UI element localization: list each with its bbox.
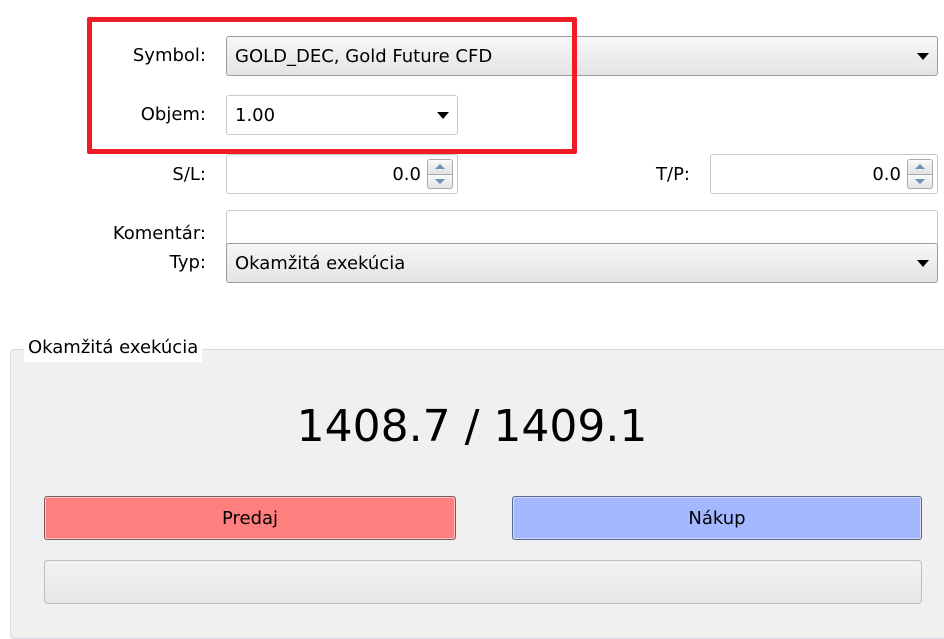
type-select[interactable]: Okamžitá exekúcia xyxy=(226,243,938,283)
type-label: Typ: xyxy=(169,252,206,273)
type-value: Okamžitá exekúcia xyxy=(235,252,406,274)
spin-up-icon[interactable] xyxy=(427,159,453,175)
comment-label: Komentár: xyxy=(112,223,206,244)
highlight-box xyxy=(87,17,577,154)
tp-label: T/P: xyxy=(656,164,690,185)
spin-up-icon[interactable] xyxy=(907,159,933,175)
bid-ask-prices: 1408.7 / 1409.1 xyxy=(296,401,648,452)
tp-spinbox[interactable]: 0.0 xyxy=(710,154,938,194)
status-bar xyxy=(44,560,922,604)
sl-spinbox[interactable]: 0.0 xyxy=(226,154,458,194)
spin-down-icon[interactable] xyxy=(907,174,933,189)
spin-down-icon[interactable] xyxy=(427,174,453,189)
chevron-down-icon[interactable] xyxy=(909,244,937,282)
sl-value[interactable]: 0.0 xyxy=(227,164,427,185)
chevron-down-icon[interactable] xyxy=(909,37,937,75)
order-form: Symbol: GOLD_DEC, Gold Future CFD Objem:… xyxy=(0,0,944,300)
tp-value[interactable]: 0.0 xyxy=(711,164,907,185)
execution-group-title: Okamžitá exekúcia xyxy=(24,334,203,362)
buy-button[interactable]: Nákup xyxy=(512,496,922,540)
sell-button[interactable]: Predaj xyxy=(44,496,456,540)
sl-label: S/L: xyxy=(172,164,206,185)
